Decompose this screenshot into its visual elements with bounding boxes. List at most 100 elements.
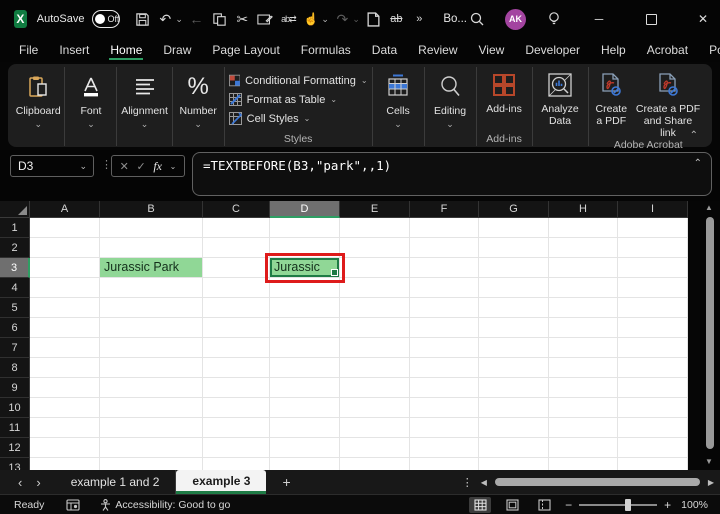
cell-C6[interactable] [203,318,270,338]
row-header-3[interactable]: 3 [0,258,30,278]
undo-dropdown-icon[interactable]: ⌄ [175,14,183,25]
conditional-formatting-button[interactable]: Conditional Formatting ⌄ [228,71,368,90]
copy-icon[interactable] [209,8,229,30]
cell-G9[interactable] [479,378,549,398]
cell-I7[interactable] [618,338,688,358]
macro-record-icon[interactable] [66,499,80,511]
cell-I9[interactable] [618,378,688,398]
cell-G7[interactable] [479,338,549,358]
cell-C1[interactable] [203,218,270,238]
cell-I11[interactable] [618,418,688,438]
cell-C3[interactable] [203,258,270,278]
cut-icon[interactable]: ✂ [232,8,252,30]
ribbon-group-alignment[interactable]: Alignment ⌄ [117,67,173,146]
cell-D13[interactable] [270,458,340,470]
cell-E2[interactable] [340,238,410,258]
hscroll-right-icon[interactable]: ▶ [708,478,714,487]
zoom-percentage[interactable]: 100% [681,499,708,511]
zoom-slider-thumb[interactable] [625,499,632,511]
column-header-I[interactable]: I [618,201,688,218]
menu-file[interactable]: File [18,40,39,60]
cell-I6[interactable] [618,318,688,338]
cell-F4[interactable] [410,278,479,298]
cell-A1[interactable] [30,218,100,238]
paste-icon[interactable] [255,8,275,30]
cell-H12[interactable] [549,438,618,458]
cell-styles-button[interactable]: Cell Styles ⌄ [228,109,368,128]
excel-app-icon[interactable]: X [14,10,27,28]
cell-C13[interactable] [203,458,270,470]
cell-B2[interactable] [100,238,203,258]
cell-D3[interactable]: Jurassic [265,253,345,283]
menu-help[interactable]: Help [600,40,627,60]
cell-H8[interactable] [549,358,618,378]
cell-G11[interactable] [479,418,549,438]
minimize-button[interactable]: ─ [582,4,616,34]
cell-E4[interactable] [340,278,410,298]
cell-F2[interactable] [410,238,479,258]
cell-E3[interactable] [340,258,410,278]
cell-E12[interactable] [340,438,410,458]
cell-C10[interactable] [203,398,270,418]
sheet-tab-example-3[interactable]: example 3 [176,470,267,494]
scroll-down-icon[interactable]: ▼ [705,457,713,466]
ribbon-group-clipboard[interactable]: Clipboard ⌄ [12,67,66,146]
touch-mode-dropdown-icon[interactable]: ⌄ [321,14,329,25]
save-icon[interactable] [132,8,152,30]
cell-G13[interactable] [479,458,549,470]
ribbon-group-editing[interactable]: Editing ⌄ [425,67,477,146]
column-header-H[interactable]: H [549,201,618,218]
cell-I10[interactable] [618,398,688,418]
formula-bar-expand-icon[interactable]: ⌃ [694,158,702,169]
cell-G8[interactable] [479,358,549,378]
zoom-slider[interactable] [579,499,658,511]
row-header-11[interactable]: 11 [0,418,30,438]
cell-I2[interactable] [618,238,688,258]
cell-I13[interactable] [618,458,688,470]
cell-I4[interactable] [618,278,688,298]
cell-F8[interactable] [410,358,479,378]
cell-C4[interactable] [203,278,270,298]
cell-H13[interactable] [549,458,618,470]
touch-mode-icon[interactable]: ☝ [301,8,321,30]
analyze-data-button[interactable]: Analyze Data [538,69,581,127]
menu-draw[interactable]: Draw [162,40,192,60]
cell-G10[interactable] [479,398,549,418]
cell-E11[interactable] [340,418,410,438]
column-header-F[interactable]: F [410,201,479,218]
cell-H11[interactable] [549,418,618,438]
name-box[interactable]: D3 ⌄ [10,155,94,177]
column-header-D[interactable]: D [270,201,340,218]
cell-H9[interactable] [549,378,618,398]
hscroll-left-icon[interactable]: ◀ [481,478,487,487]
cell-G2[interactable] [479,238,549,258]
cell-A10[interactable] [30,398,100,418]
menu-power-pivot[interactable]: Power Pivot [708,40,720,60]
cell-D5[interactable] [270,298,340,318]
cell-I1[interactable] [618,218,688,238]
formula-input[interactable]: =TEXTBEFORE(B3,"park",,1) ⌃ [192,152,712,196]
create-pdf-button[interactable]: Create a PDF [593,69,631,127]
new-file-icon[interactable] [363,8,383,30]
row-header-12[interactable]: 12 [0,438,30,458]
column-header-C[interactable]: C [203,201,270,218]
row-header-9[interactable]: 9 [0,378,30,398]
create-pdf-share-button[interactable]: Create a PDF and Share link [632,69,704,139]
row-header-10[interactable]: 10 [0,398,30,418]
row-header-2[interactable]: 2 [0,238,30,258]
cell-I3[interactable] [618,258,688,278]
strikethrough-icon[interactable]: ab [386,8,406,30]
fx-dropdown-icon[interactable]: ⌄ [170,162,177,171]
cell-H4[interactable] [549,278,618,298]
cell-B6[interactable] [100,318,203,338]
column-header-G[interactable]: G [479,201,549,218]
cell-I8[interactable] [618,358,688,378]
menu-acrobat[interactable]: Acrobat [646,40,689,60]
cell-G12[interactable] [479,438,549,458]
format-as-table-button[interactable]: Format as Table ⌄ [228,90,368,109]
cell-G1[interactable] [479,218,549,238]
cell-B3[interactable]: Jurassic Park [100,258,203,278]
menu-developer[interactable]: Developer [524,40,581,60]
cell-C11[interactable] [203,418,270,438]
horizontal-scrollbar-thumb[interactable] [494,478,700,486]
